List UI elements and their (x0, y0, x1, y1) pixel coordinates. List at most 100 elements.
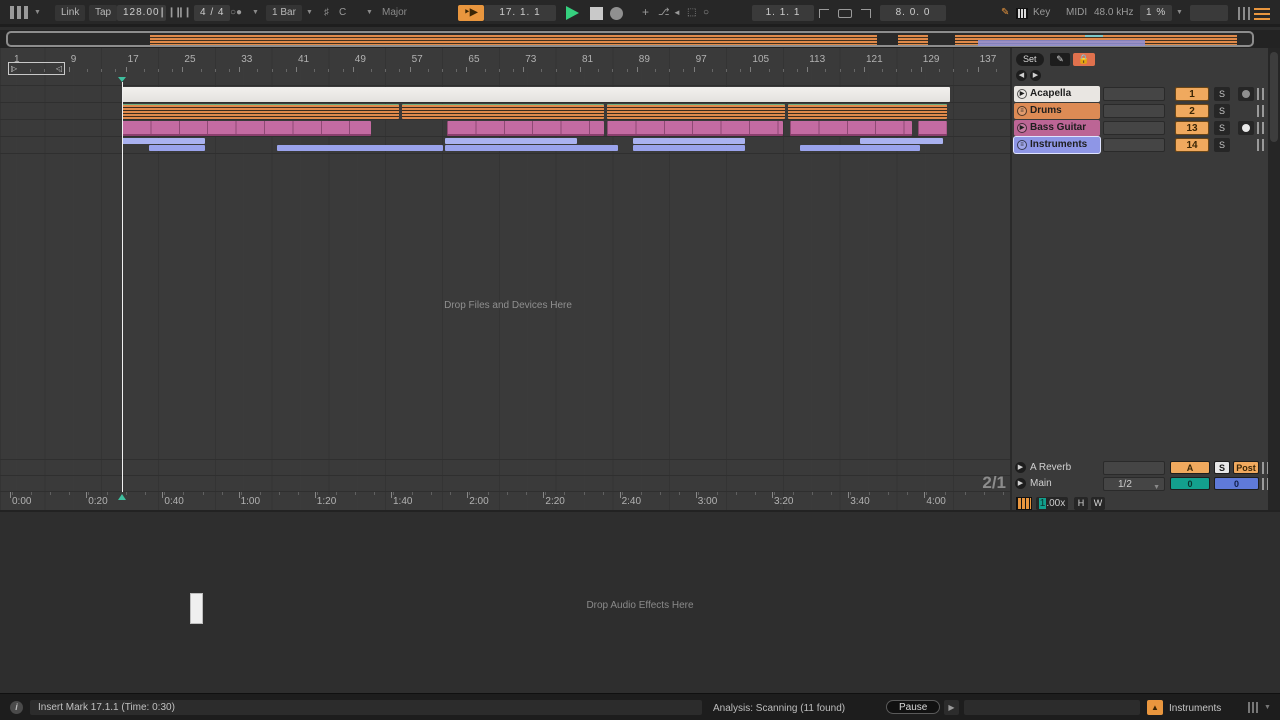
track-input-field[interactable] (1103, 121, 1165, 135)
window-menu-icon[interactable] (10, 6, 30, 19)
loop-switch-icon[interactable] (838, 9, 852, 18)
hamburger-menu-icon[interactable] (1254, 8, 1270, 20)
clip-instruments[interactable] (633, 145, 745, 151)
clip-bass-guitar[interactable] (122, 121, 371, 136)
main-pan-button[interactable]: 0 (1170, 477, 1210, 490)
track-input-field[interactable] (1103, 87, 1165, 101)
solo-button[interactable]: S (1214, 138, 1230, 152)
follow-button[interactable]: ‣▶ (458, 5, 484, 21)
track-header-row[interactable]: ≡Drums 2S (1012, 103, 1270, 119)
clip-bass-guitar[interactable] (918, 121, 947, 136)
track-number-button[interactable]: 1 (1175, 87, 1209, 101)
zoom-height-button[interactable]: H (1074, 497, 1088, 510)
main-track-header[interactable]: ▶ Main 1/2▼ 0 0 (1012, 476, 1270, 492)
solo-button[interactable]: S (1214, 87, 1230, 101)
device-drag-ghost[interactable] (190, 593, 203, 624)
arrangement-area[interactable]: ▷◁ 1917253341495765738189971051131211291… (0, 48, 1010, 510)
unfold-arrow-icon[interactable]: ▶ (1015, 462, 1026, 473)
time-signature-field[interactable]: 4 / 4 (194, 5, 230, 21)
re-enable-automation-icon[interactable]: ◄ (673, 5, 681, 21)
meter-caret-icon[interactable]: ▼ (1264, 704, 1271, 711)
preview-play-button[interactable]: ▶ (944, 700, 959, 715)
device-view[interactable]: Drop Audio Effects Here (0, 510, 1280, 693)
group-track-icon[interactable]: ≡ (1017, 140, 1027, 150)
computer-midi-keyboard-icon[interactable] (1016, 8, 1028, 19)
scale-caret-icon[interactable]: ▼ (366, 5, 373, 21)
show-device-panel-button[interactable]: ▲ (1147, 700, 1163, 715)
track-header-row[interactable]: ≡Instruments 14 S (1012, 137, 1270, 153)
punch-in-icon[interactable] (819, 9, 829, 18)
overview-viewport-frame[interactable] (6, 31, 1254, 47)
overview-clip-segment-cyan[interactable] (1085, 35, 1103, 37)
track-name[interactable]: ≡Drums (1014, 103, 1100, 119)
overview-clip-segment-purple[interactable] (978, 40, 1145, 46)
track-name[interactable]: ▶Acapella (1014, 86, 1100, 102)
tap-tempo-button[interactable]: Tap (89, 5, 117, 21)
prev-arrow-icon[interactable]: ◀ (1016, 70, 1027, 81)
overview-clip-segment[interactable] (898, 35, 928, 45)
track-input-field[interactable] (1103, 104, 1165, 118)
zoom-width-button[interactable]: W (1091, 497, 1105, 510)
clip-acapella[interactable] (122, 87, 950, 102)
keys-icon[interactable] (1016, 497, 1032, 510)
stop-button[interactable] (590, 7, 603, 20)
main-track-name[interactable]: Main (1030, 476, 1052, 491)
track-input-field[interactable] (1103, 138, 1165, 152)
group-track-icon[interactable]: ≡ (1017, 106, 1027, 116)
track-name[interactable]: ≡Instruments (1014, 137, 1100, 153)
unfold-track-icon[interactable]: ▶ (1017, 123, 1027, 133)
overview-clip-segment[interactable] (150, 35, 877, 45)
track-number-button[interactable]: 2 (1175, 104, 1209, 118)
key-root-field[interactable]: C (339, 5, 346, 21)
clip-instruments[interactable] (277, 145, 443, 151)
draw-mode-pencil-icon[interactable]: ✎ (1001, 5, 1009, 21)
automation-arm-icon[interactable]: ⎇ (658, 5, 670, 21)
solo-button[interactable]: S (1214, 104, 1230, 118)
output-channel-dropdown[interactable]: 1/2▼ (1103, 477, 1165, 491)
set-button[interactable]: Set (1016, 53, 1044, 66)
vertical-scrollbar[interactable] (1268, 48, 1280, 510)
scale-icon[interactable]: ♯ (324, 5, 329, 21)
clip-drums[interactable] (607, 104, 785, 119)
arm-button[interactable] (1238, 87, 1254, 101)
clip-bass-guitar[interactable] (790, 121, 912, 136)
loop-length-field[interactable]: 8. 0. 0 (880, 5, 946, 21)
clip-instruments[interactable] (149, 145, 205, 151)
playhead-time-marker-icon[interactable] (118, 494, 126, 500)
track-header-row[interactable]: ▶Bass Guitar13S (1012, 120, 1270, 136)
quantize-caret-icon[interactable]: ▼ (306, 5, 313, 21)
playback-speed-field[interactable]: 1.00x (1036, 497, 1068, 510)
clip-instruments[interactable] (633, 138, 745, 144)
clip-drums[interactable] (402, 104, 604, 119)
info-icon[interactable]: i (10, 701, 23, 714)
quantize-menu[interactable]: 1 Bar (266, 5, 302, 21)
link-button[interactable]: Link (55, 5, 85, 21)
return-post-button[interactable]: Post (1233, 461, 1259, 474)
clip-instruments[interactable] (445, 145, 618, 151)
arrangement-record-button[interactable] (610, 7, 623, 20)
scrollbar-thumb[interactable] (1270, 52, 1278, 142)
clip-drums[interactable] (788, 104, 947, 119)
track-number-button[interactable]: 13 (1175, 121, 1209, 135)
main-volume-button[interactable]: 0 (1214, 477, 1259, 490)
capture-midi-icon[interactable]: ⬚ (687, 5, 696, 21)
track-header-row[interactable]: ▶Acapella 1S (1012, 86, 1270, 102)
clip-instruments[interactable] (800, 145, 920, 151)
arrangement-position-field[interactable]: 17. 1. 1 (484, 5, 556, 21)
return-input-field[interactable] (1103, 461, 1165, 475)
overdub-icon[interactable]: + (642, 5, 649, 21)
arm-button[interactable] (1238, 121, 1254, 135)
clip-bass-guitar[interactable] (607, 121, 783, 136)
track-number-button[interactable]: 14 (1175, 138, 1209, 152)
return-solo-button[interactable]: S (1214, 461, 1230, 474)
return-a-button[interactable]: A (1170, 461, 1210, 474)
unfold-arrow-icon[interactable]: ▶ (1015, 478, 1026, 489)
clip-instruments[interactable] (445, 138, 577, 144)
track-name[interactable]: ▶Bass Guitar (1014, 120, 1100, 136)
play-button[interactable] (566, 6, 579, 20)
cpu-meter[interactable]: 1 % (1140, 5, 1172, 21)
next-arrow-icon[interactable]: ▶ (1030, 70, 1041, 81)
cpu-caret-icon[interactable]: ▼ (1176, 5, 1183, 21)
window-menu-caret-icon[interactable]: ▼ (34, 5, 41, 21)
scale-name-field[interactable]: Major (382, 5, 407, 21)
